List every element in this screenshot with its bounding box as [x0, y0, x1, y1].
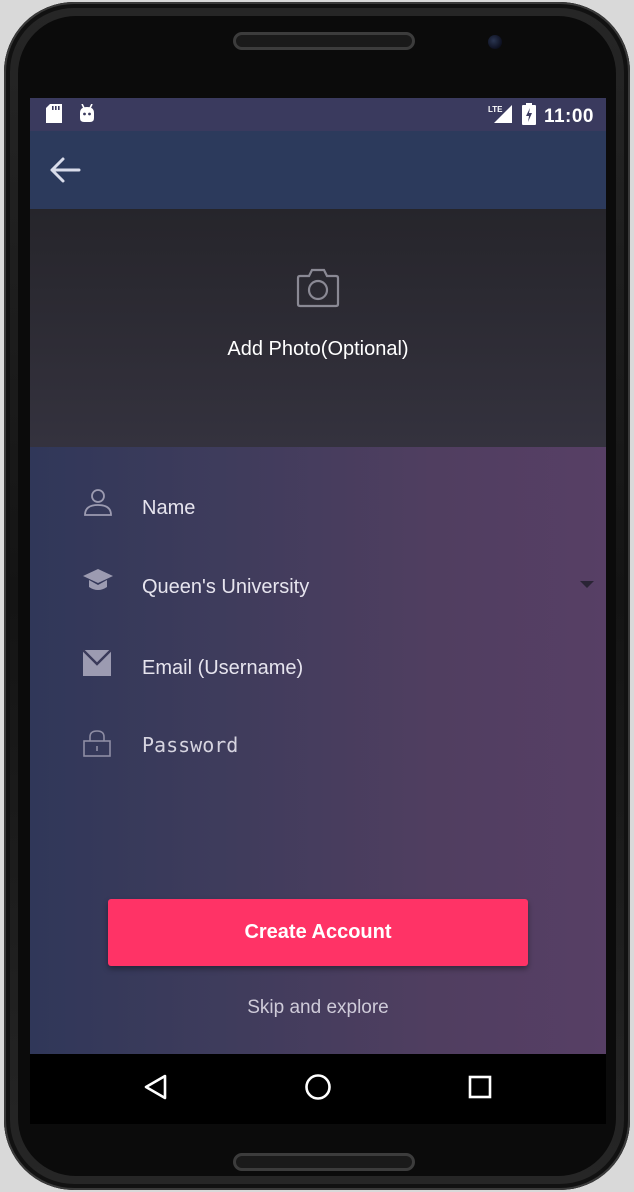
lte-signal-icon: LTE [488, 103, 514, 130]
home-circle-icon[interactable] [304, 1073, 332, 1106]
chevron-down-icon [580, 581, 594, 588]
mail-icon [82, 649, 112, 682]
signup-form: Name Queen's University Email (Username) [30, 447, 606, 1054]
back-button[interactable] [48, 154, 84, 186]
university-select[interactable]: Queen's University [30, 557, 606, 617]
top-speaker [233, 32, 415, 50]
university-value: Queen's University [142, 576, 310, 598]
name-placeholder: Name [142, 497, 196, 519]
battery-charging-icon [521, 103, 536, 130]
recents-square-icon[interactable] [467, 1073, 493, 1106]
status-bar: LTE 11:00 [30, 98, 606, 131]
sd-card-icon [46, 104, 62, 128]
back-triangle-icon[interactable] [142, 1073, 168, 1106]
person-icon [82, 487, 114, 524]
svg-text:LTE: LTE [488, 105, 503, 114]
email-field[interactable]: Email (Username) [30, 637, 606, 697]
password-field[interactable]: Password [30, 715, 606, 775]
device-screen: LTE 11:00 Add Photo(Optional) Name Queen… [30, 98, 606, 1124]
create-account-button[interactable]: Create Account [108, 899, 528, 966]
system-nav-bar [30, 1054, 606, 1124]
name-field[interactable]: Name [30, 477, 606, 537]
add-photo-label: Add Photo(Optional) [227, 338, 409, 360]
status-time: 11:00 [543, 105, 594, 127]
front-camera [488, 35, 502, 49]
android-debug-icon [78, 103, 96, 128]
graduation-cap-icon [82, 567, 114, 600]
arrow-back-icon [50, 157, 81, 183]
password-placeholder: Password [142, 733, 239, 757]
skip-and-explore-link[interactable]: Skip and explore [30, 997, 606, 1019]
lock-icon [82, 728, 112, 763]
bottom-speaker [233, 1153, 415, 1171]
add-photo-area[interactable]: Add Photo(Optional) [30, 209, 606, 447]
email-placeholder: Email (Username) [142, 657, 304, 679]
app-bar [30, 131, 606, 209]
camera-icon [296, 266, 340, 313]
